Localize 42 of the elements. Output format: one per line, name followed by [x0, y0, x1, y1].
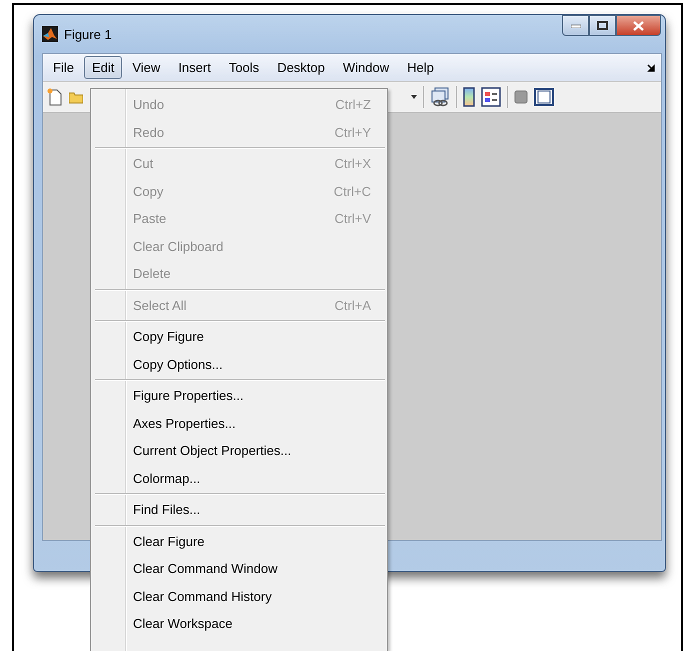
menu-option[interactable]: Clear Command History	[93, 582, 385, 610]
menu-option[interactable]: Copy Figure	[93, 323, 385, 350]
window-title: Figure 1	[64, 26, 112, 42]
menu-option[interactable]: Figure Properties...	[93, 382, 385, 410]
colorbar-icon[interactable]	[463, 87, 475, 107]
menu-option[interactable]: Colormap...	[93, 464, 385, 492]
menu-option[interactable]: Clear Workspace	[93, 610, 385, 638]
shortcut-label: Ctrl+Z	[335, 97, 371, 112]
minimize-button[interactable]	[562, 15, 589, 36]
shortcut-label: Ctrl+Y	[334, 124, 371, 140]
menu-item[interactable]: File	[45, 56, 82, 79]
menu-item[interactable]: Help	[399, 56, 442, 79]
dropdown-arrow-icon[interactable]	[411, 95, 417, 99]
square-icon[interactable]	[514, 90, 528, 104]
frame-icon[interactable]	[534, 88, 554, 106]
menu-item[interactable]: Window	[334, 56, 398, 79]
menu-item[interactable]: Tools	[220, 56, 268, 79]
menu-item[interactable]: Desktop	[269, 56, 333, 79]
menu-item[interactable]: Edit	[84, 56, 122, 79]
menu-option[interactable]: Clear Command Window	[93, 555, 385, 582]
menu-item[interactable]: View	[124, 56, 168, 79]
menu-option[interactable]: Axes Properties...	[93, 410, 385, 437]
minimize-icon	[570, 24, 580, 28]
maximize-icon	[597, 21, 608, 30]
close-icon	[633, 20, 644, 30]
maximize-button[interactable]	[589, 15, 616, 36]
new-file-icon[interactable]	[47, 88, 63, 106]
shortcut-label: Ctrl+C	[334, 184, 371, 199]
matlab-logo-icon	[42, 26, 58, 42]
shortcut-label: Ctrl+V	[334, 211, 371, 226]
menu-option[interactable]: Current Object Properties...	[93, 437, 385, 464]
menu-option[interactable]: Clear Figure	[93, 528, 385, 555]
linked-windows-icon[interactable]	[430, 87, 450, 107]
menu-item[interactable]: Insert	[170, 56, 219, 79]
menu-option[interactable]: Copy Options...	[93, 350, 385, 378]
legend-icon[interactable]	[481, 87, 501, 107]
open-folder-icon[interactable]	[69, 90, 83, 104]
menu-option[interactable]: Find Files...	[93, 496, 385, 524]
shortcut-label: Ctrl+X	[334, 156, 371, 172]
shortcut-label: Ctrl+A	[334, 298, 371, 313]
close-button[interactable]	[616, 15, 661, 36]
dock-arrow-icon[interactable]	[647, 64, 655, 72]
